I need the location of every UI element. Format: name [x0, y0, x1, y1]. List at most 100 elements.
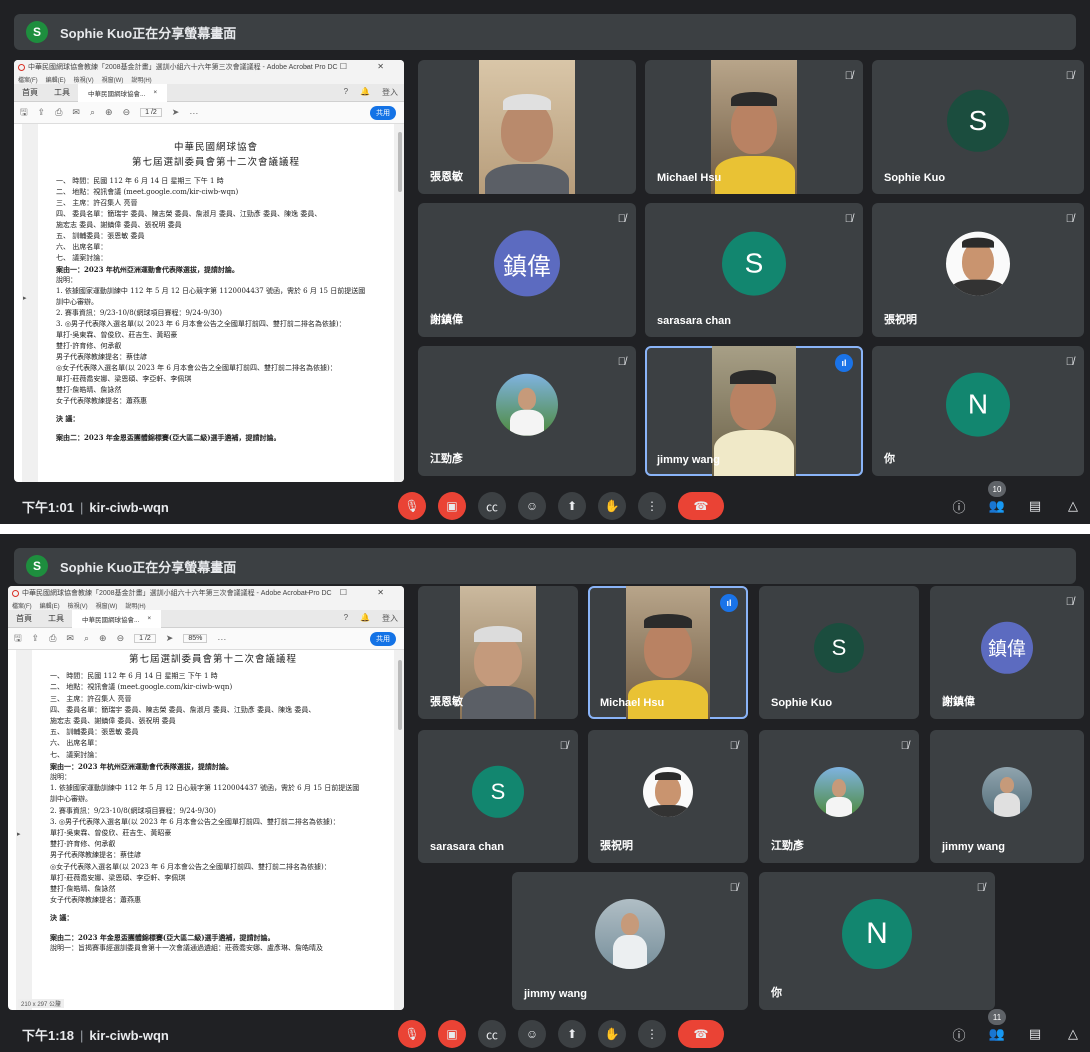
present-icon[interactable]: ⬆ [558, 1020, 586, 1048]
window-controls[interactable]: – ☐ ✕ [305, 62, 398, 71]
menu-edit[interactable]: 編輯(E) [46, 75, 66, 84]
login-link[interactable]: 登入 [382, 87, 398, 98]
menu-window[interactable]: 視窗(W) [96, 601, 118, 610]
print-icon[interactable]: ⎙ [49, 633, 56, 644]
more-icon[interactable]: ⋮ [638, 1020, 666, 1048]
tab-home[interactable]: 首頁 [14, 87, 46, 98]
participant-tile[interactable]: jimmy wang [930, 730, 1084, 863]
participant-tile[interactable]: 🎙̸ S sarasara chan [645, 203, 863, 337]
participant-tile[interactable]: 🎙̸ 張祝明 [588, 730, 748, 863]
raise-hand-icon[interactable]: ✋ [598, 1020, 626, 1048]
participant-tile[interactable]: 🎙̸ 鎮偉 謝鎮偉 [418, 203, 636, 337]
menu-window[interactable]: 視窗(W) [102, 75, 124, 84]
menu-file[interactable]: 檔案(F) [12, 601, 32, 610]
participant-tile[interactable]: 🎙̸ S Sophie Kuo [872, 60, 1084, 194]
camera-off-icon[interactable]: ▣ [438, 492, 466, 520]
tab-document[interactable]: 中華民國網球協會... × [78, 83, 168, 102]
cursor-icon[interactable]: ➤ [166, 633, 174, 644]
menu-edit[interactable]: 編輯(E) [40, 601, 60, 610]
close-tab-icon[interactable]: × [153, 89, 157, 96]
doc-line: 雙打-許育修、何承叡 [56, 342, 122, 350]
participant-avatar: S [947, 89, 1009, 152]
camera-off-icon[interactable]: ▣ [438, 1020, 466, 1048]
participant-tile[interactable]: 🎙̸ 鎮偉 謝鎮偉 [930, 586, 1084, 719]
save-icon[interactable]: 🖫 [20, 105, 28, 121]
page-indicator[interactable]: 1 /2 [134, 634, 156, 643]
captions-icon[interactable]: ㏄ [478, 1020, 506, 1048]
menu-help[interactable]: 說明(H) [131, 75, 151, 84]
participant-tile[interactable]: 🎙̸ N 你 [872, 346, 1084, 476]
page-up-icon[interactable]: ⊕ [105, 107, 113, 118]
more-tools-icon[interactable]: ··· [189, 108, 198, 118]
menu-file[interactable]: 檔案(F) [18, 75, 38, 84]
search-icon[interactable]: ⌕ [84, 633, 89, 644]
menu-view[interactable]: 檢視(V) [68, 601, 88, 610]
print-icon[interactable]: ⎙ [55, 107, 62, 118]
participant-tile[interactable]: 🎙̸ jimmy wang [512, 872, 748, 1010]
mail-icon[interactable]: ✉ [66, 633, 74, 644]
menu-view[interactable]: 檢視(V) [74, 75, 94, 84]
participant-tile[interactable]: 🎙̸ 江勁彥 [418, 346, 636, 476]
page-down-icon[interactable]: ⊖ [123, 107, 131, 118]
share-button[interactable]: 共用 [370, 106, 396, 120]
tab-tools[interactable]: 工具 [46, 87, 78, 98]
participant-tile[interactable]: 張恩敏 [418, 60, 636, 194]
participant-tile[interactable]: 🎙̸ N 你 [759, 872, 995, 1010]
info-icon[interactable]: ⓘ [948, 495, 970, 517]
participant-tile[interactable]: 🎙̸ S sarasara chan [418, 730, 578, 863]
cursor-icon[interactable]: ➤ [172, 107, 180, 118]
zoom-level[interactable]: 85% [183, 634, 208, 643]
present-icon[interactable]: ⬆ [558, 492, 586, 520]
more-tools-icon[interactable]: ··· [217, 634, 226, 644]
activities-icon[interactable]: △ [1062, 495, 1084, 517]
sidebar-expand-icon[interactable]: ▸ [17, 830, 21, 838]
menu-help[interactable]: 說明(H) [125, 601, 145, 610]
help-icon[interactable]: ? [344, 87, 348, 98]
participant-tile[interactable]: 張恩敏 [418, 586, 578, 719]
help-icon[interactable]: ? [344, 613, 348, 624]
end-call-icon[interactable]: ☎ [678, 1020, 724, 1048]
search-icon[interactable]: ⌕ [90, 107, 95, 118]
chat-icon[interactable]: ▤ [1024, 495, 1046, 517]
raise-hand-icon[interactable]: ✋ [598, 492, 626, 520]
page-up-icon[interactable]: ⊕ [99, 633, 107, 644]
upload-icon[interactable]: ⇪ [38, 107, 46, 118]
pdf-scrollbar[interactable] [398, 660, 402, 730]
tab-tools[interactable]: 工具 [40, 613, 72, 624]
emoji-icon[interactable]: ☺ [518, 492, 546, 520]
people-icon[interactable]: 👥 10 [986, 481, 1008, 517]
save-icon[interactable]: 🖫 [14, 631, 22, 647]
page-indicator[interactable]: 1 /2 [140, 108, 162, 117]
document-area: ▸ 中華民國網球協會 第七屆選訓委員會第十二次會議議程 一、 時間：民國 112… [22, 124, 404, 482]
info-icon[interactable]: ⓘ [948, 1023, 970, 1045]
close-tab-icon[interactable]: × [147, 615, 151, 622]
mail-icon[interactable]: ✉ [72, 107, 80, 118]
more-icon[interactable]: ⋮ [638, 492, 666, 520]
login-link[interactable]: 登入 [382, 613, 398, 624]
upload-icon[interactable]: ⇪ [32, 633, 40, 644]
sidebar-expand-icon[interactable]: ▸ [23, 294, 27, 302]
bell-icon[interactable]: 🔔 [360, 87, 370, 98]
window-controls[interactable]: – ☐ ✕ [305, 588, 398, 597]
mic-off-icon[interactable]: 🎙 [398, 492, 426, 520]
doc-line: 3. ◎男子代表隊入選名單(以 2023 年 6 月本會公告之全國單打前四、雙打… [50, 817, 340, 826]
page-down-icon[interactable]: ⊖ [117, 633, 125, 644]
captions-icon[interactable]: ㏄ [478, 492, 506, 520]
tab-home[interactable]: 首頁 [8, 613, 40, 624]
bell-icon[interactable]: 🔔 [360, 613, 370, 624]
participant-tile[interactable]: 🎙̸ 張祝明 [872, 203, 1084, 337]
participant-tile[interactable]: 🎙̸ Michael Hsu [645, 60, 863, 194]
emoji-icon[interactable]: ☺ [518, 1020, 546, 1048]
people-icon[interactable]: 👥 11 [986, 1009, 1008, 1045]
mic-off-icon[interactable]: 🎙 [398, 1020, 426, 1048]
tab-document[interactable]: 中華民國網球協會... × [72, 609, 162, 628]
participant-tile-speaking[interactable]: ıl Michael Hsu [588, 586, 748, 719]
pdf-scrollbar[interactable] [398, 132, 402, 192]
chat-icon[interactable]: ▤ [1024, 1023, 1046, 1045]
end-call-icon[interactable]: ☎ [678, 492, 724, 520]
participant-tile[interactable]: 🎙̸ 江勁彥 [759, 730, 919, 863]
activities-icon[interactable]: △ [1062, 1023, 1084, 1045]
participant-tile-speaking[interactable]: ıl jimmy wang [645, 346, 863, 476]
share-button[interactable]: 共用 [370, 632, 396, 646]
participant-tile[interactable]: S Sophie Kuo [759, 586, 919, 719]
